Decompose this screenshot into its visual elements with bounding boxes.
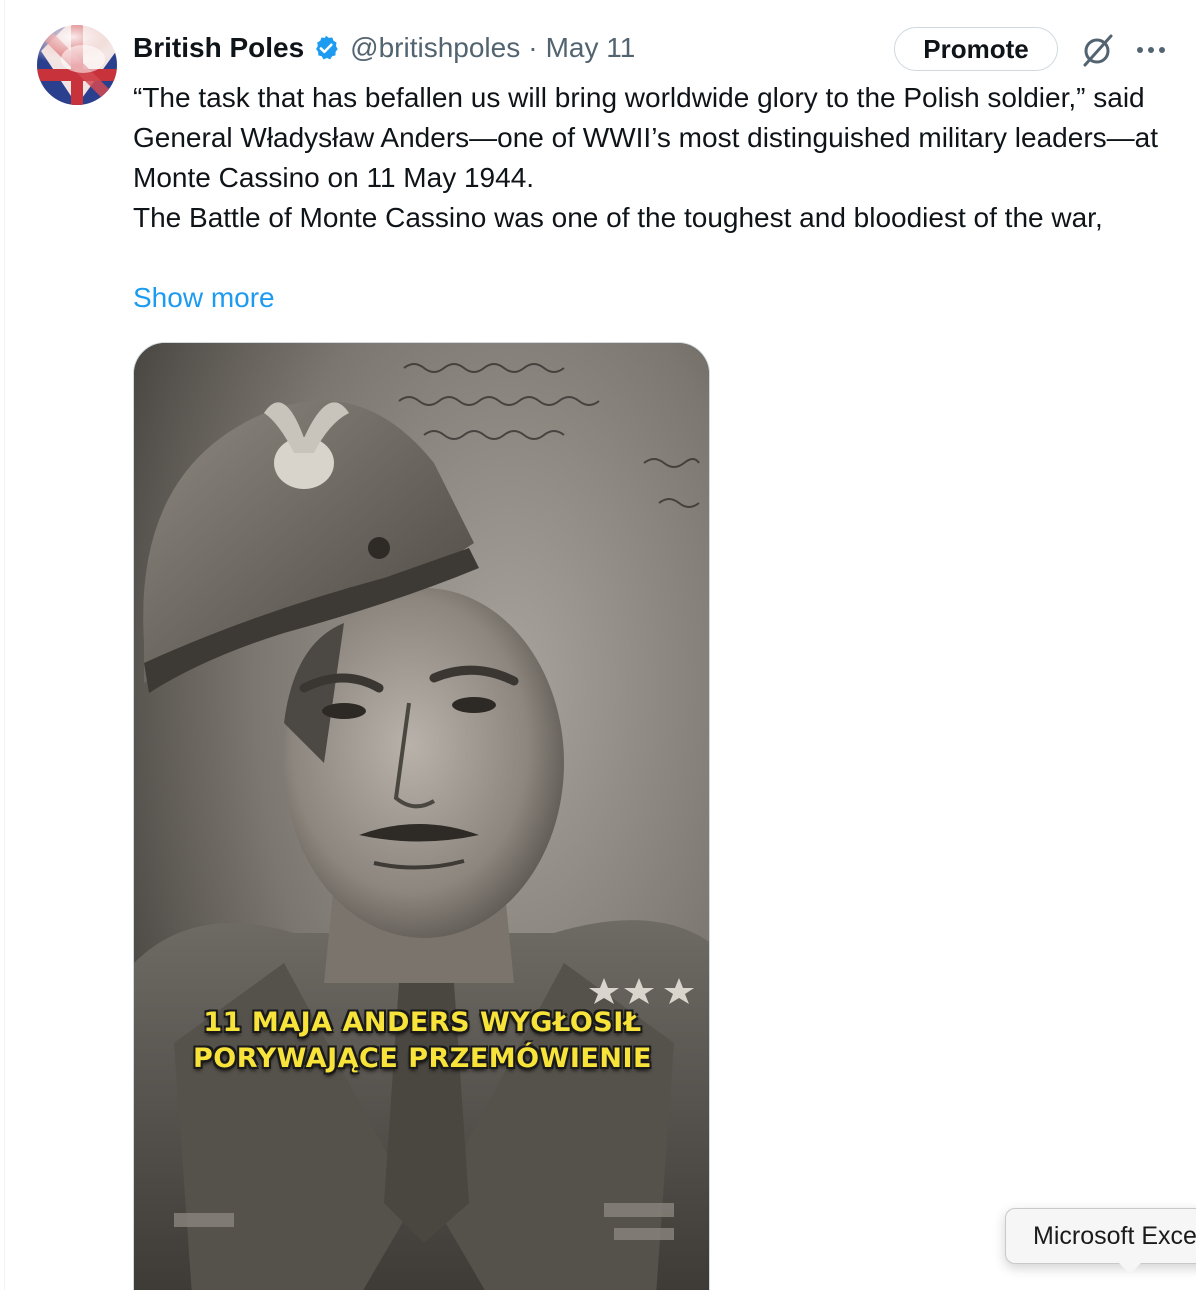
avatar[interactable] [37, 25, 117, 105]
tweet-text: “The task that has befallen us will brin… [133, 78, 1173, 238]
author-name[interactable]: British Poles [133, 32, 304, 64]
promote-button[interactable]: Promote [894, 27, 1058, 71]
author-handle[interactable]: @britishpoles [350, 32, 520, 64]
tweet-page: British Poles @britishpoles · May 11 Pro… [0, 0, 1196, 1290]
tweet-date[interactable]: May 11 [546, 32, 636, 64]
caption-line-1: 11 MAJA ANDERS WYGŁOSIŁ [203, 1007, 642, 1038]
tweet-media-video[interactable]: 11 MAJA ANDERS WYGŁOSIŁ PORYWAJĄCE PRZEM… [133, 342, 710, 1290]
tweet-paragraph-2: The Battle of Monte Cassino was one of t… [133, 202, 1103, 233]
app-tooltip: Microsoft Excel [1005, 1208, 1196, 1264]
tweet-paragraph-1: “The task that has befallen us will brin… [133, 82, 1158, 193]
caption-line-2: PORYWAJĄCE PRZEMÓWIENIE [193, 1043, 652, 1074]
video-caption: 11 MAJA ANDERS WYGŁOSIŁ PORYWAJĄCE PRZEM… [134, 1005, 709, 1077]
timeline-border [4, 0, 5, 1290]
grok-icon[interactable] [1078, 30, 1118, 70]
tooltip-pointer [1118, 1262, 1142, 1274]
tweet-header: British Poles @britishpoles · May 11 [133, 28, 635, 68]
verified-badge-icon [312, 34, 340, 62]
more-icon[interactable] [1134, 38, 1168, 62]
show-more-link[interactable]: Show more [133, 278, 275, 318]
header-separator: · [528, 32, 538, 63]
